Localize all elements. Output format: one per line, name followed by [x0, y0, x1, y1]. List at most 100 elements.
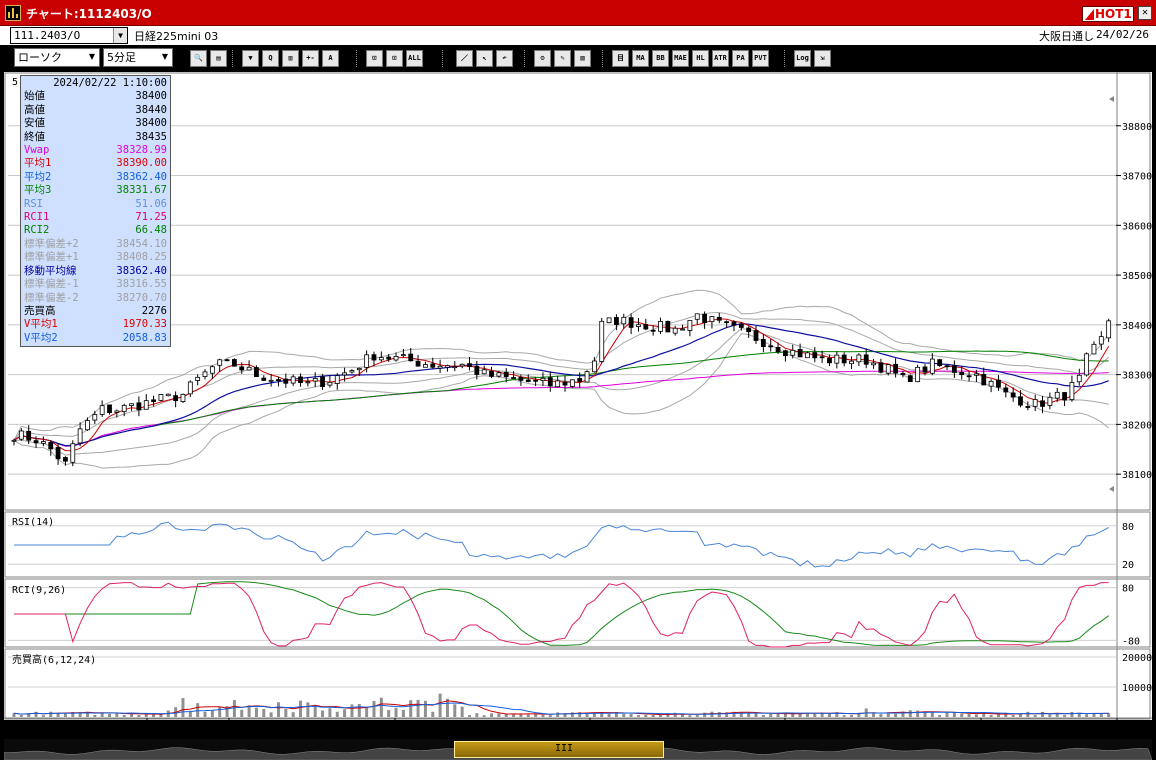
- toolbar-para-button[interactable]: PA: [732, 50, 749, 67]
- toolbar-draw-line-button[interactable]: ／: [456, 50, 473, 67]
- candle-body: [591, 360, 597, 373]
- chart-canvas[interactable]: 38100 38200 38300 38400 38500 38600 38700 38800…: [4, 72, 1152, 720]
- candle-body: [775, 347, 781, 353]
- data-row: 平均3 38331.67: [24, 184, 167, 197]
- candle-body: [496, 372, 502, 377]
- toolbar-pen-button[interactable]: ✎: [554, 50, 571, 67]
- toolbar-candle-b-button[interactable]: ⊡: [386, 50, 403, 67]
- toolbar-candle-a-button[interactable]: ⊡: [366, 50, 383, 67]
- data-row-value: 38400: [135, 90, 167, 103]
- toolbar-ich-button[interactable]: 目: [612, 50, 629, 67]
- toolbar-ma-button[interactable]: MA: [632, 50, 649, 67]
- candle-body: [1091, 343, 1097, 355]
- chevron-down-icon[interactable]: ▼: [158, 49, 172, 66]
- data-row-value: 38435: [135, 130, 167, 143]
- volume-bar: [313, 705, 317, 717]
- candle-body: [1076, 374, 1082, 383]
- volume-tick-label: 20000: [1122, 653, 1152, 664]
- candle-body: [1047, 396, 1053, 406]
- toolbar-cursor-button[interactable]: ↖: [476, 50, 493, 67]
- candle-body: [349, 370, 355, 373]
- candle-body: [371, 354, 377, 361]
- volume-bar: [210, 710, 214, 717]
- data-row: 標準偏差+2 38454.10: [24, 238, 167, 251]
- chart-area[interactable]: 38100 38200 38300 38400 38500 38600 38700 38800…: [4, 72, 1152, 720]
- candle-body: [981, 374, 987, 386]
- chevron-down-icon[interactable]: ▼: [85, 49, 99, 66]
- toolbar-undo-button[interactable]: ↶: [496, 50, 513, 67]
- toolbar-settings-button[interactable]: ⚙: [534, 50, 551, 67]
- interval-select[interactable]: 5分足 ▼: [103, 48, 173, 67]
- volume-bar: [387, 710, 391, 717]
- panel-tab[interactable]: 5: [12, 77, 18, 88]
- toolbar-t3-button[interactable]: ▥: [282, 50, 299, 67]
- candle-body: [1010, 392, 1016, 398]
- candle-body: [195, 376, 201, 381]
- hot1-button[interactable]: HOT1: [1082, 6, 1134, 22]
- volume-bar: [1041, 711, 1045, 717]
- volume-bar: [401, 709, 405, 717]
- candle-body: [312, 378, 318, 382]
- toolbar-t4-button[interactable]: +-: [302, 50, 319, 67]
- candle-body: [797, 349, 803, 358]
- price-tick-label: 38600: [1122, 221, 1152, 232]
- volume-bar: [989, 714, 993, 717]
- candle-body: [254, 367, 259, 378]
- time-navigator[interactable]: III: [4, 739, 1152, 760]
- data-row-label: 標準偏差+1: [24, 251, 79, 264]
- close-button[interactable]: ✕: [1138, 6, 1152, 20]
- candle-body: [40, 441, 46, 444]
- toolbar-all-button[interactable]: ALL: [406, 50, 423, 67]
- toolbar-layout-button[interactable]: ▤: [210, 50, 227, 67]
- toolbar-pvt-button[interactable]: PVT: [752, 50, 769, 67]
- symbol-select[interactable]: 111.2403/O ▼: [10, 27, 128, 44]
- candle-body: [158, 394, 164, 401]
- data-row-label: 標準偏差-1: [24, 278, 79, 291]
- volume-bar: [497, 713, 501, 717]
- candle-body: [298, 376, 303, 384]
- navigator-scroll-thumb[interactable]: III: [454, 741, 664, 758]
- data-row-label: Vwap: [24, 144, 50, 157]
- symbol-value: 111.2403/O: [14, 29, 81, 42]
- toolbar-zoom-button[interactable]: 🔍: [190, 50, 207, 67]
- toolbar-log-button[interactable]: Log: [794, 50, 811, 67]
- chart-type-select[interactable]: ローソク ▼: [14, 48, 100, 67]
- toolbar-hl-button[interactable]: HL: [692, 50, 709, 67]
- data-row-label: 始値: [24, 90, 45, 103]
- candle-body: [99, 405, 105, 415]
- candle-body: [467, 363, 472, 368]
- data-row: Vwap 38328.99: [24, 144, 167, 157]
- toolbar-bb-button[interactable]: BB: [652, 50, 669, 67]
- data-row: 高値 38440: [24, 104, 167, 117]
- toolbar-export-button[interactable]: ⇲: [814, 50, 831, 67]
- candle-body: [1098, 336, 1104, 345]
- candle-body: [1040, 400, 1045, 407]
- candle-body: [356, 367, 362, 371]
- candle-body: [628, 317, 634, 328]
- candle-body: [540, 377, 546, 381]
- candle-body: [907, 375, 913, 382]
- data-row: 標準偏差-2 38270.70: [24, 292, 167, 305]
- candle-body: [951, 365, 957, 373]
- toolbar-t2-button[interactable]: Q: [262, 50, 279, 67]
- candle-body: [136, 402, 142, 411]
- volume-bar: [350, 704, 354, 717]
- price-tick-label: 38400: [1122, 321, 1152, 332]
- candle-body: [143, 400, 149, 410]
- candle-body: [261, 377, 267, 381]
- candle-body: [276, 379, 281, 381]
- candle-body: [400, 354, 406, 357]
- price-tick-label: 38300: [1122, 371, 1152, 382]
- data-row-label: 売買高: [24, 304, 56, 317]
- toolbar-t1-button[interactable]: ▼: [242, 50, 259, 67]
- candle-body: [900, 372, 906, 375]
- toolbar-color-button[interactable]: ▧: [574, 50, 591, 67]
- volume-bar: [490, 713, 494, 717]
- toolbar-mae-button[interactable]: MAE: [672, 50, 689, 67]
- toolbar-t5-button[interactable]: A: [322, 50, 339, 67]
- price-tick-label: 38800: [1122, 122, 1152, 133]
- volume-bar: [1085, 714, 1089, 717]
- chevron-down-icon[interactable]: ▼: [113, 28, 127, 43]
- toolbar-atr-button[interactable]: ATR: [712, 50, 729, 67]
- candle-body: [1054, 391, 1060, 399]
